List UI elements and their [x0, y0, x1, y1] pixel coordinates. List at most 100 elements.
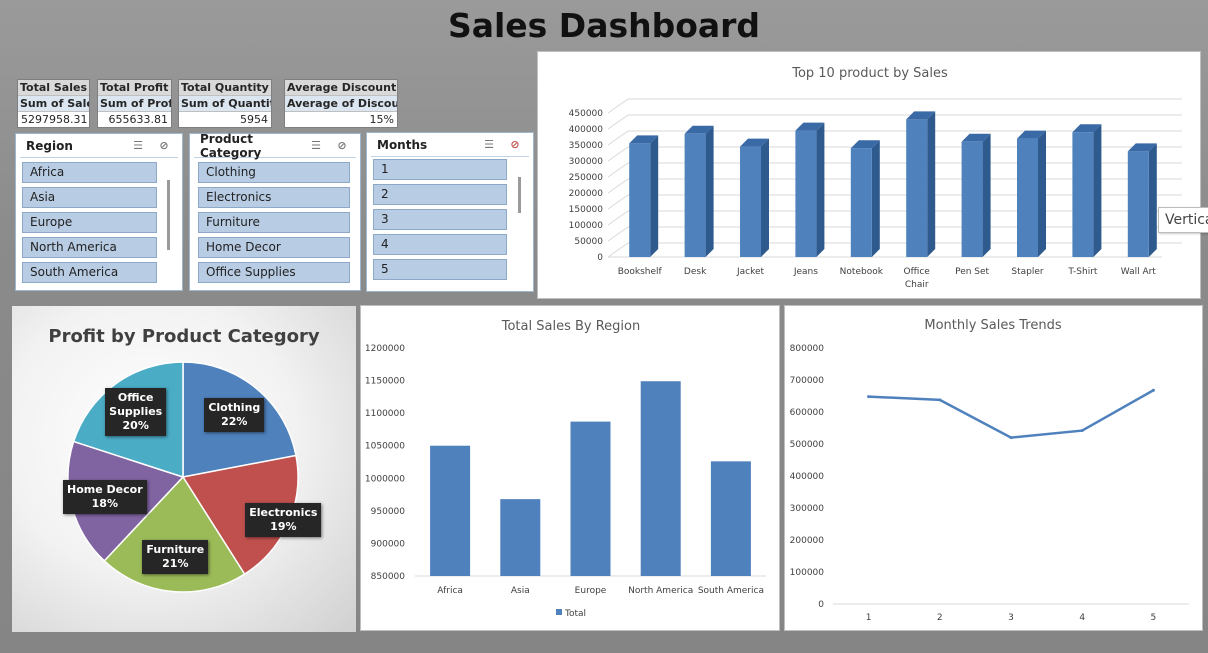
- x-tick-label: Asia: [511, 586, 530, 596]
- months-slicer[interactable]: Months ☰ ⊘ 1 2 3 4 5: [366, 132, 534, 292]
- bar-asia: [500, 499, 541, 576]
- data-point: [867, 395, 871, 399]
- slicer-item-month-5[interactable]: 5: [373, 259, 507, 280]
- grid-line-side: [607, 226, 629, 242]
- kpi-total-sales[interactable]: Total Sales Sum of Sales 5297958.31: [17, 79, 90, 128]
- slicer-scrollbar[interactable]: [518, 177, 521, 213]
- bar-wall-art: [1127, 143, 1157, 257]
- slicer-item-south-america[interactable]: South America: [22, 262, 157, 283]
- grid-line-side: [607, 98, 629, 114]
- kpi-subheader: Sum of Quantity: [179, 95, 271, 111]
- kpi-header: Average Discount: [285, 80, 397, 95]
- slicer-header: Product Category ☰ ⊘: [194, 131, 356, 160]
- multi-select-icon[interactable]: ☰: [481, 138, 497, 152]
- x-tick-label: Africa: [437, 586, 463, 596]
- grid-line-side: [607, 210, 629, 226]
- y-tick-label: 100000: [790, 568, 825, 578]
- bar-side: [1148, 143, 1157, 257]
- profit-pie-panel[interactable]: Profit by Product Category Clothing 22% El…: [12, 306, 356, 632]
- y-tick-label: 1100000: [365, 409, 405, 419]
- grid-line-side: [607, 194, 629, 210]
- slicer-item-clothing[interactable]: Clothing: [198, 162, 350, 183]
- top10-chart-panel[interactable]: Top 10 product by Sales 0 50000 100000 15000…: [537, 51, 1201, 299]
- kpi-header: Total Sales: [18, 80, 89, 95]
- pie-data-label: Office Supplies 20%: [105, 387, 167, 436]
- data-point: [1151, 388, 1155, 392]
- bar-europe: [570, 421, 611, 576]
- kpi-total-profit[interactable]: Total Profit Sum of Profit 655633.81: [97, 79, 172, 128]
- bar-front: [961, 141, 983, 257]
- pie-chart-title: Profit by Product Category: [48, 326, 320, 347]
- bar-north-america: [640, 381, 681, 576]
- kpi-average-discount[interactable]: Average Discount Average of Discount 15%: [284, 79, 398, 128]
- x-tick-label: Chair: [905, 280, 929, 290]
- y-tick-label: 1000000: [365, 474, 405, 484]
- bar-side: [927, 111, 936, 258]
- bar-side: [1038, 130, 1046, 257]
- bar-jeans: [795, 122, 825, 257]
- region-slicer[interactable]: Region ☰ ⊘ Africa Asia Europe North Amer…: [15, 133, 183, 291]
- y-tick-label: 1150000: [365, 377, 405, 387]
- kpi-subheader: Sum of Profit: [98, 95, 171, 111]
- kpi-value: 5954: [179, 111, 271, 127]
- bar-bookshelf: [629, 135, 659, 257]
- top10-bar-chart: Top 10 product by Sales 0 50000 100000 15000…: [569, 66, 1182, 290]
- grid-line-side: [607, 114, 629, 130]
- bar-front: [1017, 138, 1038, 257]
- slicer-title: Product Category: [200, 131, 262, 160]
- slicer-title: Region: [26, 138, 73, 153]
- slicer-item-office-supplies[interactable]: Office Supplies: [198, 262, 350, 283]
- x-tick-label: 3: [1008, 613, 1014, 623]
- slicer-item-month-4[interactable]: 4: [373, 234, 507, 255]
- bar-side: [1093, 124, 1102, 257]
- y-tick-label: 1200000: [365, 344, 405, 354]
- category-slicer[interactable]: Product Category ☰ ⊘ Clothing Electronic…: [189, 131, 361, 291]
- clear-filter-icon[interactable]: ⊘: [334, 139, 350, 153]
- series-line: [868, 389, 1155, 439]
- chart-tooltip: Vertica: [1158, 207, 1208, 233]
- data-point: [1009, 436, 1013, 440]
- x-tick-label: 1: [866, 613, 872, 623]
- monthly-chart-panel[interactable]: Monthly Sales Trends 0 100000 200000 300000 4…: [784, 305, 1203, 631]
- y-tick-label: 100000: [569, 221, 604, 231]
- x-tick-label: Europe: [575, 586, 607, 596]
- slicer-item-furniture[interactable]: Furniture: [198, 212, 350, 233]
- bar-front: [850, 148, 872, 257]
- clear-filter-icon[interactable]: ⊘: [507, 138, 523, 152]
- slicer-item-month-3[interactable]: 3: [373, 209, 507, 230]
- slicer-item-asia[interactable]: Asia: [22, 187, 157, 208]
- x-tick-label: 5: [1151, 613, 1157, 623]
- region-chart-panel[interactable]: Total Sales By Region 850000 900000 950000 1…: [360, 305, 780, 631]
- data-point: [1080, 429, 1084, 433]
- multi-select-icon[interactable]: ☰: [130, 139, 146, 153]
- profit-pie-chart: [67, 361, 299, 593]
- bar-front: [1127, 151, 1149, 257]
- bar-africa: [430, 445, 471, 576]
- slicer-item-africa[interactable]: Africa: [22, 162, 157, 183]
- y-tick-label: 700000: [790, 376, 825, 386]
- grid-line-side: [607, 242, 629, 258]
- x-tick-label: Jeans: [793, 267, 818, 277]
- kpi-total-quantity[interactable]: Total Quantity So Sum of Quantity 5954: [178, 79, 272, 128]
- bar-front: [795, 130, 817, 257]
- slicer-item-month-1[interactable]: 1: [373, 159, 507, 180]
- bar-side: [761, 138, 769, 257]
- slicer-item-month-2[interactable]: 2: [373, 184, 507, 205]
- x-tick-label: Wall Art: [1121, 267, 1157, 277]
- legend-label: Total: [564, 609, 586, 619]
- x-tick-label: South America: [698, 586, 764, 596]
- bar-pen-set: [961, 133, 991, 257]
- kpi-value: 15%: [285, 111, 397, 127]
- slicer-item-europe[interactable]: Europe: [22, 212, 157, 233]
- multi-select-icon[interactable]: ☰: [308, 139, 324, 153]
- slicer-title: Months: [377, 137, 428, 152]
- slicer-item-home-decor[interactable]: Home Decor: [198, 237, 350, 258]
- clear-filter-icon[interactable]: ⊘: [156, 139, 172, 153]
- slicer-item-north-america[interactable]: North America: [22, 237, 157, 258]
- bar-office-chair: [906, 111, 936, 258]
- data-point: [938, 398, 942, 402]
- grid-line-side: [607, 178, 629, 194]
- slicer-item-electronics[interactable]: Electronics: [198, 187, 350, 208]
- slicer-scrollbar[interactable]: [167, 180, 170, 250]
- y-tick-label: 1050000: [365, 442, 405, 452]
